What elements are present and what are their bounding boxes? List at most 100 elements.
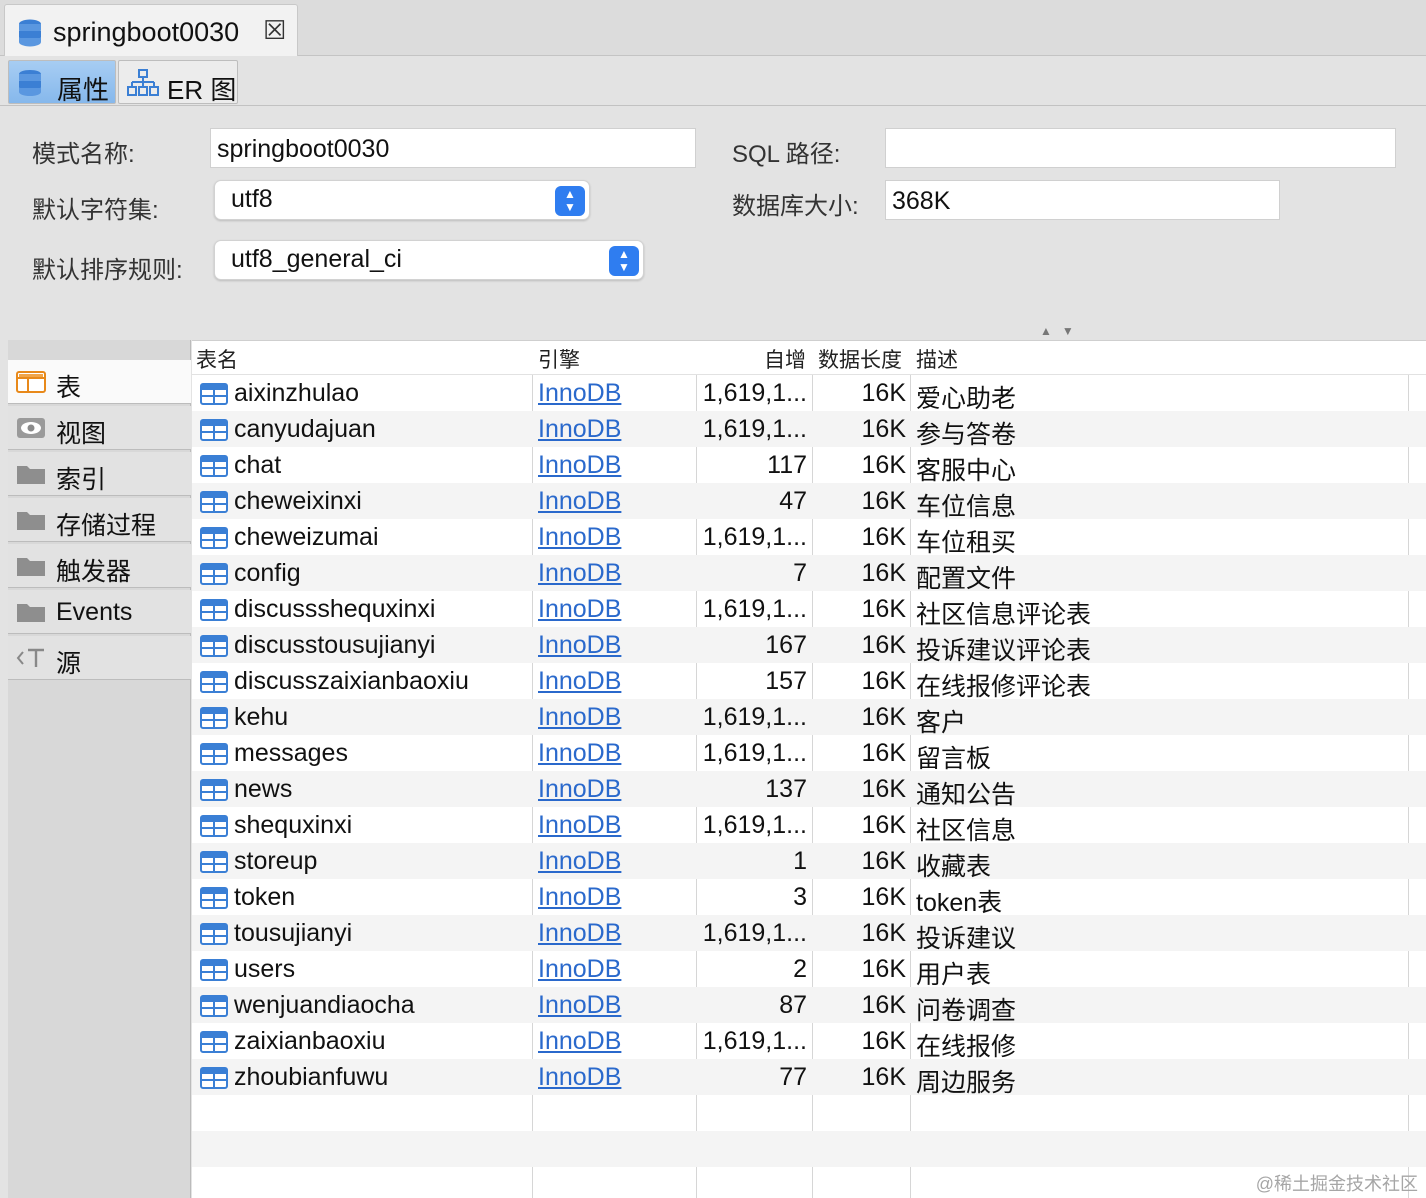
table-row[interactable]: token InnoDB 3 16K token表 [192,879,1426,917]
table-icon [200,815,228,842]
engine-link[interactable]: InnoDB [538,775,621,804]
document-tab-bar: springboot0030 ☒ [0,0,1426,56]
document-tab[interactable]: springboot0030 ☒ [4,4,298,56]
table-row[interactable]: kehu InnoDB 1,619,1... 16K 客户 [192,699,1426,737]
engine-link[interactable]: InnoDB [538,631,621,660]
engine-link[interactable]: InnoDB [538,703,621,732]
schema-name-field[interactable]: springboot0030 [210,128,696,168]
table-row[interactable]: cheweixinxi InnoDB 47 16K 车位信息 [192,483,1426,521]
table-name-cell: zaixianbaoxiu [234,1027,386,1055]
engine-link[interactable]: InnoDB [538,811,621,840]
table-name-cell: tousujianyi [234,919,353,947]
engine-link[interactable]: InnoDB [538,883,621,912]
table-row[interactable]: config InnoDB 7 16K 配置文件 [192,555,1426,593]
engine-link[interactable]: InnoDB [538,487,621,516]
table-icon [200,419,228,446]
auto-increment-cell: 167 [765,631,807,659]
tab-properties[interactable]: 属性 [8,60,116,105]
description-cell: 在线报修评论表 [916,673,1092,701]
table-name-cell: discussshequxinxi [234,595,436,623]
table-row[interactable]: messages InnoDB 1,619,1... 16K 留言板 [192,735,1426,773]
description-cell: 投诉建议 [916,925,1017,953]
engine-link[interactable]: InnoDB [538,1063,621,1092]
tab-er-diagram[interactable]: ER 图 [118,60,238,105]
column-header-data-length[interactable]: 数据长度 [818,344,902,374]
folder-icon [16,554,46,583]
auto-increment-cell: 157 [765,667,807,695]
engine-link[interactable]: InnoDB [538,415,621,444]
sidebar-item-label: Events [56,598,133,626]
table-row[interactable]: zaixianbaoxiu InnoDB 1,619,1... 16K 在线报修 [192,1023,1426,1061]
engine-link[interactable]: InnoDB [538,991,621,1020]
description-cell: 车位信息 [916,493,1017,521]
table-name-cell: users [234,955,296,983]
table-icon [200,563,228,590]
sidebar-item-views[interactable]: 视图 [8,406,191,450]
collation-select-value: utf8_general_ci [231,245,402,273]
collation-label: 默认排序规则: [32,257,183,284]
engine-link[interactable]: InnoDB [538,847,621,876]
sidebar-item-tables[interactable]: 表 [8,360,191,404]
table-row[interactable]: tousujianyi InnoDB 1,619,1... 16K 投诉建议 [192,915,1426,953]
data-length-cell: 16K [861,667,906,695]
table-icon [200,779,228,806]
engine-link[interactable]: InnoDB [538,595,621,624]
sidebar-item-label: 触发器 [56,558,132,586]
watermark: @稀土掘金技术社区 [1255,1174,1418,1194]
table-row[interactable]: zhoubianfuwu InnoDB 77 16K 周边服务 [192,1059,1426,1097]
engine-link[interactable]: InnoDB [538,1027,621,1056]
auto-increment-cell: 1,619,1... [702,595,807,623]
table-icon [200,887,228,914]
auto-increment-cell: 3 [793,883,807,911]
table-row[interactable]: discussshequxinxi InnoDB 1,619,1... 16K 社区信息… [192,591,1426,629]
sidebar-item-procedures[interactable]: 存储过程 [8,498,191,542]
column-header-description[interactable]: 描述 [916,344,958,374]
engine-link[interactable]: InnoDB [538,379,621,408]
data-length-cell: 16K [861,991,906,1019]
data-length-cell: 16K [861,631,906,659]
table-row[interactable]: shequxinxi InnoDB 1,619,1... 16K 社区信息 [192,807,1426,845]
engine-link[interactable]: InnoDB [538,451,621,480]
engine-link[interactable]: InnoDB [538,523,621,552]
table-name-cell: token [234,883,296,911]
table-icon [200,527,228,554]
engine-link[interactable]: InnoDB [538,919,621,948]
table-row[interactable]: wenjuandiaocha InnoDB 87 16K 问卷调查 [192,987,1426,1025]
sql-path-field[interactable] [885,128,1396,168]
engine-link[interactable]: InnoDB [538,739,621,768]
description-cell: 客服中心 [916,457,1017,485]
table-row[interactable]: discusstousujianyi InnoDB 167 16K 投诉建议评论表 [192,627,1426,665]
table-name-cell: messages [234,739,348,767]
table-name-cell: discusszaixianbaoxiu [234,667,469,695]
table-row[interactable]: chat InnoDB 117 16K 客服中心 [192,447,1426,485]
engine-link[interactable]: InnoDB [538,667,621,696]
sidebar-item-triggers[interactable]: 触发器 [8,544,191,588]
table-row[interactable]: canyudajuan InnoDB 1,619,1... 16K 参与答卷 [192,411,1426,449]
engine-link[interactable]: InnoDB [538,559,621,588]
data-length-cell: 16K [861,1027,906,1055]
description-cell: 留言板 [916,745,992,773]
column-header-auto-increment[interactable]: 自增 [764,344,806,374]
column-header-engine[interactable]: 引擎 [538,344,580,374]
table-name-cell: canyudajuan [234,415,376,443]
engine-link[interactable]: InnoDB [538,955,621,984]
collation-select[interactable]: utf8_general_ci ▲ ▼ [214,240,644,280]
splitter-handle[interactable]: ▲▼ [1040,324,1084,338]
table-row[interactable]: cheweizumai InnoDB 1,619,1... 16K 车位租买 [192,519,1426,557]
auto-increment-cell: 1,619,1... [702,919,807,947]
table-row[interactable]: storeup InnoDB 1 16K 收藏表 [192,843,1426,881]
sidebar-item-label: 存储过程 [56,512,157,540]
sidebar-item-events[interactable]: Events [8,590,191,634]
sidebar-item-indexes[interactable]: 索引 [8,452,191,496]
close-icon[interactable]: ☒ [263,15,286,46]
table-row[interactable]: discusszaixianbaoxiu InnoDB 157 16K 在线报修评论表 [192,663,1426,701]
column-header-name[interactable]: 表名 [196,344,238,374]
table-row[interactable]: aixinzhulao InnoDB 1,619,1... 16K 爱心助老 [192,375,1426,413]
auto-increment-cell: 117 [767,451,807,479]
table-row[interactable]: news InnoDB 137 16K 通知公告 [192,771,1426,809]
sidebar-item-source[interactable]: 源 [8,636,191,680]
table-row[interactable]: users InnoDB 2 16K 用户表 [192,951,1426,989]
table-name-cell: cheweizumai [234,523,379,551]
charset-select[interactable]: utf8 ▲ ▼ [214,180,590,220]
table-name-cell: shequxinxi [234,811,353,839]
